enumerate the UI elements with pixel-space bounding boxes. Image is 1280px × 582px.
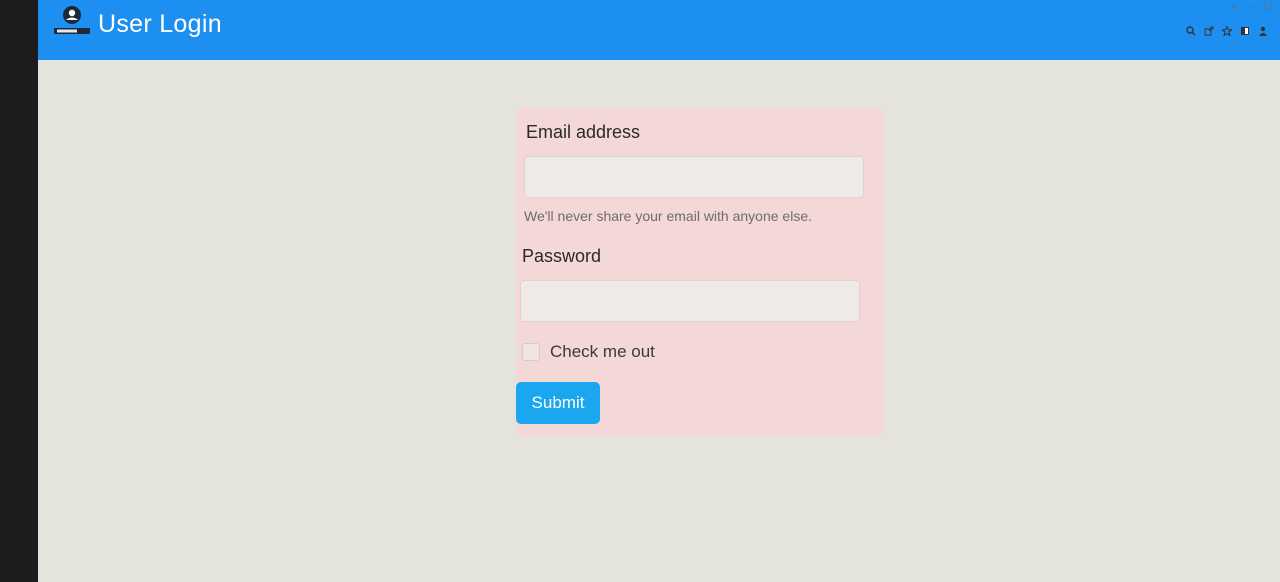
profile-icon[interactable]	[1258, 26, 1268, 36]
app-header: User Login ˅ – ☐	[38, 0, 1280, 60]
remember-checkbox-row: Check me out	[522, 342, 655, 362]
submit-button[interactable]: Submit	[516, 382, 600, 424]
remember-checkbox[interactable]	[522, 343, 540, 361]
user-login-logo-icon	[54, 6, 90, 34]
screen: User Login ˅ – ☐ Email address We'll nev…	[38, 0, 1280, 582]
restore-icon[interactable]: ☐	[1263, 2, 1272, 16]
zoom-icon[interactable]	[1186, 26, 1196, 36]
email-input[interactable]	[524, 156, 864, 198]
email-label: Email address	[526, 122, 641, 142]
sidepanel-icon[interactable]	[1240, 26, 1250, 36]
app-title: User Login	[98, 10, 222, 38]
password-label: Password	[522, 246, 602, 266]
login-form: Email address We'll never share your ema…	[516, 108, 884, 436]
browser-toolbar	[1186, 26, 1268, 36]
share-icon[interactable]	[1204, 26, 1214, 36]
password-input[interactable]	[520, 280, 860, 322]
window-controls: ˅ – ☐	[1232, 2, 1272, 16]
minimize-icon[interactable]: –	[1247, 2, 1253, 16]
star-icon[interactable]	[1222, 26, 1232, 36]
email-help-text: We'll never share your email with anyone…	[524, 208, 812, 224]
remember-checkbox-label[interactable]: Check me out	[550, 342, 655, 362]
window-dropdown-icon[interactable]: ˅	[1232, 2, 1238, 16]
